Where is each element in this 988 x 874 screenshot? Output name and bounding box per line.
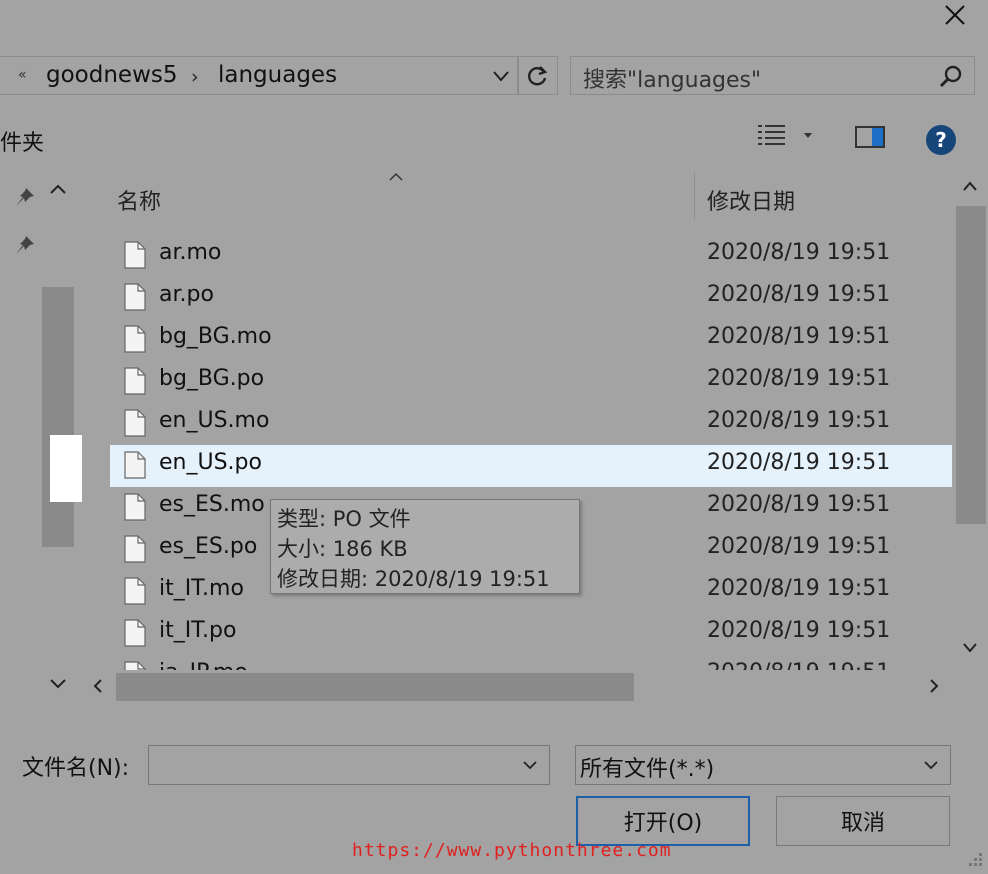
scrollbar-corner [952,670,988,702]
close-button[interactable] [930,0,980,30]
refresh-icon [528,65,548,85]
file-date: 2020/8/19 19:51 [707,240,891,265]
file-date: 2020/8/19 19:51 [707,408,891,433]
file-icon [124,283,146,311]
file-icon [124,451,146,479]
file-name[interactable]: it_IT.mo [159,576,244,601]
nav-scrollbar-thumb[interactable] [42,287,74,547]
column-divider[interactable] [694,172,695,220]
file-icon [124,493,146,521]
tooltip-size: 大小: 186 KB [277,537,408,561]
file-icon [124,409,146,437]
scroll-right-icon[interactable] [928,678,940,694]
file-date: 2020/8/19 19:51 [707,576,891,601]
file-date: 2020/8/19 19:51 [707,618,891,643]
pin-icon[interactable] [14,234,36,256]
file-date: 2020/8/19 19:51 [707,366,891,391]
file-icon [124,535,146,563]
file-tooltip: 类型: PO 文件 大小: 186 KB 修改日期: 2020/8/19 19:… [270,499,580,594]
file-row[interactable]: bg_BG.po 2020/8/19 19:51 [110,361,952,403]
search-input[interactable]: 搜索"languages" [583,62,761,94]
scroll-down-icon[interactable] [962,642,978,654]
file-date: 2020/8/19 19:51 [707,282,891,307]
file-name[interactable]: en_US.po [159,450,262,475]
view-dropdown-icon[interactable] [803,132,813,140]
breadcrumb-item-languages[interactable]: languages [218,62,337,88]
horizontal-scrollbar-thumb[interactable] [116,673,634,701]
file-row[interactable]: bg_BG.mo 2020/8/19 19:51 [110,319,952,361]
horizontal-scrollbar[interactable] [82,670,952,702]
file-type-select[interactable]: 所有文件(*.*) [575,745,951,785]
file-date: 2020/8/19 19:51 [707,324,891,349]
address-bar[interactable]: « goodnews5 › languages [0,56,518,95]
chevron-down-icon[interactable] [490,65,512,87]
new-folder-button[interactable]: 件夹 [0,125,44,157]
file-name[interactable]: bg_BG.po [159,366,264,391]
file-name[interactable]: it_IT.po [159,618,236,643]
pin-icon[interactable] [14,186,36,208]
file-icon [124,241,146,269]
search-box[interactable]: 搜索"languages" [570,56,975,95]
file-icon [124,325,146,353]
sort-ascending-icon [389,172,403,181]
file-name[interactable]: bg_BG.mo [159,324,272,349]
file-date: 2020/8/19 19:51 [707,450,891,475]
breadcrumb-separator-icon[interactable]: › [191,66,199,88]
vertical-scrollbar-thumb[interactable] [956,206,986,524]
open-button[interactable]: 打开(O) [576,796,750,846]
toolbar: 件夹 [0,108,988,166]
breadcrumb-item-goodnews5[interactable]: goodnews5 [46,62,178,88]
preview-pane-icon[interactable] [855,126,885,148]
file-name[interactable]: en_US.mo [159,408,269,433]
file-date: 2020/8/19 19:51 [707,492,891,517]
breadcrumb-overflow-icon[interactable]: « [18,67,27,83]
help-icon[interactable]: ? [926,125,956,155]
scroll-left-icon[interactable] [92,678,104,694]
file-name[interactable]: es_ES.mo [159,492,265,517]
file-name[interactable]: es_ES.po [159,534,257,559]
refresh-button[interactable] [518,56,558,95]
resize-grip-icon[interactable] [964,850,984,870]
file-row[interactable]: ar.mo 2020/8/19 19:51 [110,235,952,277]
file-icon [124,577,146,605]
watermark-text: https://www.pythonthree.com [352,840,672,861]
tooltip-modified: 修改日期: 2020/8/19 19:51 [277,567,550,591]
tooltip-type: 类型: PO 文件 [277,507,411,531]
search-icon[interactable] [938,64,964,90]
column-header-name[interactable]: 名称 [117,184,161,216]
file-name[interactable]: ar.po [159,282,214,307]
chevron-down-icon[interactable] [922,757,940,773]
filename-label: 文件名(N): [22,756,130,781]
cancel-button[interactable]: 取消 [776,796,950,846]
scroll-down-icon[interactable] [48,677,68,691]
close-icon [945,5,965,25]
file-row[interactable]: ja_JP.mo 2020/8/19 19:51 [110,655,952,670]
file-type-value[interactable]: 所有文件(*.*) [580,751,714,783]
column-header-date[interactable]: 修改日期 [707,184,795,216]
file-date: 2020/8/19 19:51 [707,534,891,559]
vertical-scrollbar[interactable] [952,172,988,670]
view-options-icon[interactable] [758,124,786,150]
file-row[interactable]: it_IT.po 2020/8/19 19:51 [110,613,952,655]
chevron-down-icon[interactable] [521,757,539,773]
file-list: 名称 修改日期 ar.mo 2020/8/19 19:51 ar.po 2020/8/… [82,172,952,670]
scroll-up-icon[interactable] [48,182,68,196]
file-date: 2020/8/19 19:51 [707,660,890,670]
file-name[interactable]: ar.mo [159,240,221,265]
filename-input[interactable] [148,745,550,785]
file-row[interactable]: en_US.po 2020/8/19 19:51 [110,445,952,487]
file-icon [124,619,146,647]
file-icon [124,661,146,670]
file-row[interactable]: ar.po 2020/8/19 19:51 [110,277,952,319]
scroll-up-icon[interactable] [962,180,978,192]
file-name[interactable]: ja_JP.mo [159,660,248,670]
file-icon [124,367,146,395]
file-row[interactable]: en_US.mo 2020/8/19 19:51 [110,403,952,445]
